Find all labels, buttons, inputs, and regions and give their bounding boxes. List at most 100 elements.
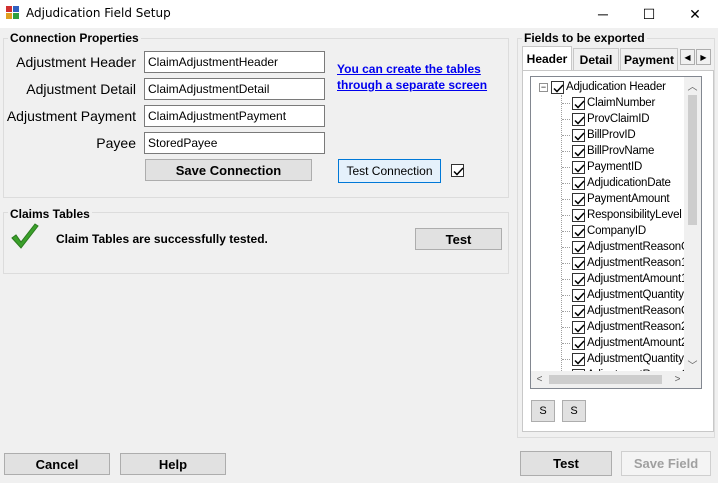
field-label: AdjudicationDate <box>587 177 671 189</box>
collapse-icon[interactable]: − <box>539 83 548 92</box>
adjustment-header-input[interactable]: ClaimAdjustmentHeader <box>144 51 325 73</box>
tree-field-item[interactable]: BillProvName <box>572 143 654 159</box>
save-field-button[interactable]: Save Field <box>621 451 711 476</box>
fields-export-title: Fields to be exported <box>522 31 647 45</box>
checkmark-icon <box>574 291 585 301</box>
field-label: CompanyID <box>587 225 646 237</box>
horizontal-scroll-thumb[interactable] <box>549 375 662 384</box>
tree-guide-line <box>561 95 562 373</box>
tree-field-item[interactable]: AdjustmentAmount2 <box>572 335 686 351</box>
checkmark-icon <box>574 307 585 317</box>
checkmark-icon <box>574 99 585 109</box>
help-button[interactable]: Help <box>120 453 226 475</box>
tree-branch-line <box>562 295 570 296</box>
field-checkbox[interactable] <box>572 144 585 158</box>
root-checkbox[interactable] <box>551 80 564 94</box>
tree-vertical-scrollbar[interactable]: ︿ ﹀ <box>684 77 701 373</box>
field-checkbox[interactable] <box>572 320 585 334</box>
field-checkbox[interactable] <box>572 288 585 302</box>
tree-field-item[interactable]: AdjustmentQuantity1 <box>572 287 686 303</box>
field-checkbox[interactable] <box>572 208 585 222</box>
tree-field-item[interactable]: AdjustmentReason2 <box>572 319 686 335</box>
test-connection-button[interactable]: Test Connection <box>338 159 441 183</box>
tree-field-item[interactable]: AdjustmentAmount1 <box>572 271 686 287</box>
tree-field-item[interactable]: AdjustmentReasonG <box>572 239 686 255</box>
small-s-button-2[interactable]: S <box>562 400 586 422</box>
maximize-button[interactable]: ☐ <box>626 0 672 28</box>
field-label: AdjustmentReason1 <box>587 257 686 269</box>
create-tables-link[interactable]: You can create the tables through a sepa… <box>337 61 487 93</box>
create-tables-link-line1[interactable]: You can create the tables <box>337 61 487 77</box>
scroll-up-icon[interactable]: ︿ <box>684 77 701 94</box>
minimize-button[interactable]: ─ <box>580 0 626 28</box>
tree-field-item[interactable]: AdjudicationDate <box>572 175 671 191</box>
tree-field-item[interactable]: PaymentAmount <box>572 191 670 207</box>
field-label: PaymentID <box>587 161 643 173</box>
tree-field-item[interactable]: CompanyID <box>572 223 646 239</box>
window-title: Adjudication Field Setup <box>26 6 171 20</box>
tree-field-item[interactable]: ProvClaimID <box>572 111 650 127</box>
field-checkbox[interactable] <box>572 112 585 126</box>
tree-branch-line <box>562 119 570 120</box>
claims-test-button[interactable]: Test <box>415 228 502 250</box>
field-checkbox[interactable] <box>572 192 585 206</box>
cancel-button[interactable]: Cancel <box>4 453 110 475</box>
tree-branch-line <box>562 279 570 280</box>
checkmark-icon <box>574 275 585 285</box>
field-checkbox[interactable] <box>572 128 585 142</box>
tree-field-item[interactable]: AdjustmentQuantity2 <box>572 351 686 367</box>
test-connection-checkbox[interactable] <box>451 164 464 177</box>
field-checkbox[interactable] <box>572 176 585 190</box>
close-button[interactable]: ✕ <box>672 0 718 28</box>
tree-branch-line <box>562 359 570 360</box>
field-checkbox[interactable] <box>572 160 585 174</box>
tree-field-item[interactable]: BillProvID <box>572 127 636 143</box>
adjustment-detail-label: Adjustment Detail <box>26 81 136 97</box>
payee-label: Payee <box>96 135 136 151</box>
field-checkbox[interactable] <box>572 96 585 110</box>
header-fields-tree[interactable]: − Adjudication Header ClaimNumber ProvCla… <box>530 76 702 389</box>
field-label: AdjustmentQuantity1 <box>587 289 686 301</box>
field-checkbox[interactable] <box>572 224 585 238</box>
tree-field-item[interactable]: ResponsibilityLevel <box>572 207 682 223</box>
success-check-icon <box>10 222 40 255</box>
tab-scroll-right-icon[interactable]: ▶ <box>696 49 711 65</box>
create-tables-link-line2[interactable]: through a separate screen <box>337 77 487 93</box>
checkmark-icon <box>453 167 464 176</box>
tree-field-item[interactable]: PaymentID <box>572 159 642 175</box>
field-checkbox[interactable] <box>572 336 585 350</box>
scroll-left-icon[interactable]: < <box>531 371 548 388</box>
tree-field-item[interactable]: ClaimNumber <box>572 95 655 111</box>
field-checkbox[interactable] <box>572 272 585 286</box>
claims-tables-title: Claims Tables <box>8 207 92 221</box>
tree-branch-line <box>562 183 570 184</box>
save-connection-button[interactable]: Save Connection <box>145 159 312 181</box>
tab-detail[interactable]: Detail <box>573 48 619 70</box>
test-field-button[interactable]: Test <box>520 451 612 476</box>
tree-horizontal-scrollbar[interactable]: < > <box>531 371 686 388</box>
payee-input[interactable]: StoredPayee <box>144 132 325 154</box>
tab-payment[interactable]: Payment <box>620 48 678 70</box>
field-label: BillProvID <box>587 129 636 141</box>
claims-status-text: Claim Tables are successfully tested. <box>56 232 268 246</box>
field-checkbox[interactable] <box>572 256 585 270</box>
field-label: ResponsibilityLevel <box>587 209 682 221</box>
app-icon <box>6 6 20 20</box>
field-label: AdjustmentReasonG <box>587 305 686 317</box>
tree-field-item[interactable]: AdjustmentReason1 <box>572 255 686 271</box>
tab-header[interactable]: Header <box>522 46 572 70</box>
tree-field-item[interactable]: AdjustmentReasonG <box>572 303 686 319</box>
adjustment-detail-input[interactable]: ClaimAdjustmentDetail <box>144 78 325 100</box>
field-label: ClaimNumber <box>587 97 656 109</box>
field-checkbox[interactable] <box>572 352 585 366</box>
tree-root-item[interactable]: Adjudication Header <box>551 79 666 95</box>
tab-scroll-left-icon[interactable]: ◀ <box>680 49 695 65</box>
tree-branch-line <box>562 103 570 104</box>
field-checkbox[interactable] <box>572 304 585 318</box>
vertical-scroll-thumb[interactable] <box>688 95 697 225</box>
checkmark-icon <box>574 179 585 189</box>
checkmark-icon <box>574 259 585 269</box>
adjustment-payment-input[interactable]: ClaimAdjustmentPayment <box>144 105 325 127</box>
small-s-button-1[interactable]: S <box>531 400 555 422</box>
field-checkbox[interactable] <box>572 240 585 254</box>
